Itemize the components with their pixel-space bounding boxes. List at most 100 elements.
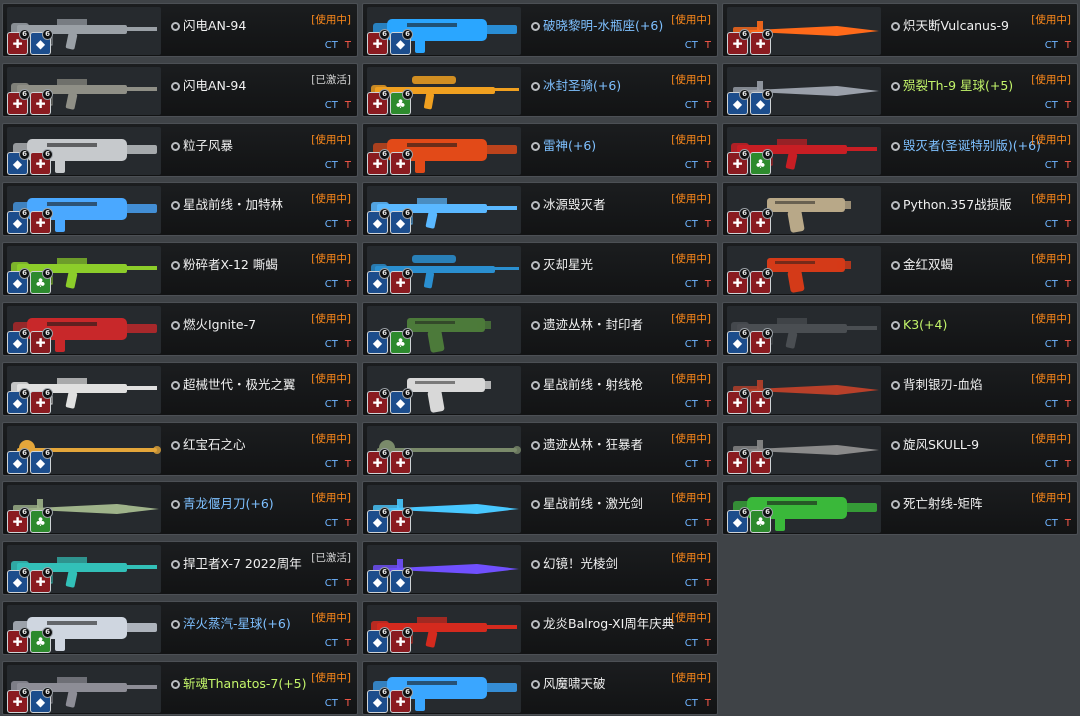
gear-icon	[531, 619, 540, 629]
weapon-card[interactable]: ✚ 6 ◆ 6 斩魂Thanatos-7(+5) [使用中] CT T	[2, 661, 358, 715]
weapon-card[interactable]: ✚ 6 ✚ 6 遗迹丛林・狂暴者 [使用中] CT T	[362, 422, 718, 476]
weapon-card[interactable]: ◆ 6 ✚ 6 风魔啸天破 [使用中] CT T	[362, 661, 718, 715]
badge-level: 6	[42, 687, 53, 698]
gear-icon	[891, 320, 900, 330]
badge-level: 6	[762, 208, 773, 219]
t-label: T	[344, 578, 351, 589]
badge-level: 6	[379, 268, 390, 279]
weapon-card[interactable]: ◆ 6 ✚ 6 星战前线・加特林 [使用中] CT T	[2, 182, 358, 236]
weapon-card[interactable]: ◆ 6 ✚ 6 捍卫者X-7 2022周年 [已激活] CT T	[2, 541, 358, 595]
weapon-card[interactable]: ◆ 6 ♣ 6 遗迹丛林・封印者 [使用中] CT T	[362, 302, 718, 356]
weapon-card[interactable]: ◆ 6 ◆ 6 幻镜！光棱剑 [使用中] CT T	[362, 541, 718, 595]
badge-level: 6	[379, 627, 390, 638]
team-label: CT T	[325, 399, 351, 410]
badge-level: 6	[739, 149, 750, 160]
weapon-card[interactable]: ✚ 6 ✚ 6 Python.357战损版 [使用中] CT T	[722, 182, 1078, 236]
ct-label: CT	[1044, 219, 1058, 230]
gear-icon	[891, 380, 900, 390]
weapon-card[interactable]: ◆ 6 ✚ 6 超械世代・极光之翼 [使用中] CT T	[2, 362, 358, 416]
weapon-card[interactable]: ◆ 6 ✚ 6 燃火Ignite-7 [使用中] CT T	[2, 302, 358, 356]
ct-label: CT	[684, 399, 698, 410]
weapon-card[interactable]: ✚ 6 ✚ 6 背刺银刃-血焰 [使用中] CT T	[722, 362, 1078, 416]
badge-level: 6	[762, 328, 773, 339]
weapon-card[interactable]: ✚ 6 ✚ 6 雷神(+6) [使用中] CT T	[362, 123, 718, 177]
team-label: CT T	[685, 638, 711, 649]
effect-badge-icon: ◆ 6	[30, 29, 53, 55]
weapon-name: 遗迹丛林・狂暴者	[531, 436, 643, 454]
t-label: T	[704, 279, 711, 290]
ct-label: CT	[684, 638, 698, 649]
ct-label: CT	[1044, 40, 1058, 51]
weapon-card[interactable]: ✚ 6 ◆ 6 星战前线・射线枪 [使用中] CT T	[362, 362, 718, 416]
gear-icon	[171, 200, 180, 210]
team-label: CT T	[685, 219, 711, 230]
ct-label: CT	[1044, 459, 1058, 470]
weapon-card[interactable]: ✚ 6 ◆ 6 闪电AN-94 [使用中] CT T	[2, 3, 358, 57]
effect-badges: ◆ 6 ◆ 6	[727, 89, 773, 115]
gear-icon	[531, 141, 540, 151]
badge-level: 6	[402, 448, 413, 459]
t-label: T	[1064, 399, 1071, 410]
weapon-card[interactable]: ◆ 6 ◆ 6 冰源毁灭者 [使用中] CT T	[362, 182, 718, 236]
status-badge: [已激活]	[311, 552, 351, 564]
badge-level: 6	[379, 567, 390, 578]
weapon-card[interactable]: ✚ 6 ✚ 6 金红双蝎 [使用中] CT T	[722, 242, 1078, 296]
effect-badge-icon: ◆ 6	[390, 29, 413, 55]
badge-level: 6	[739, 507, 750, 518]
weapon-name: 闪电AN-94	[171, 17, 246, 35]
weapon-name-text: 灭却星光	[543, 257, 594, 272]
team-label: CT T	[325, 219, 351, 230]
badge-level: 6	[19, 627, 30, 638]
weapon-card[interactable]: ◆ 6 ✚ 6 K3(+4) [使用中] CT T	[722, 302, 1078, 356]
t-label: T	[1064, 339, 1071, 350]
gear-icon	[171, 559, 180, 569]
weapon-card[interactable]: ◆ 6 ✚ 6 粒子风暴 [使用中] CT T	[2, 123, 358, 177]
badge-level: 6	[762, 89, 773, 100]
team-label: CT T	[1045, 279, 1071, 290]
gear-icon	[171, 260, 180, 270]
weapon-card[interactable]: ✚ 6 ✚ 6 闪电AN-94 [已激活] CT T	[2, 63, 358, 117]
weapon-card[interactable]: ◆ 6 ♣ 6 死亡射线-矩阵 [使用中] CT T	[722, 481, 1078, 535]
weapon-name-text: 红宝石之心	[183, 437, 246, 452]
ct-label: CT	[684, 459, 698, 470]
status-badge: [使用中]	[311, 313, 351, 325]
weapon-card[interactable]: ◆ 6 ✚ 6 星战前线・激光剑 [使用中] CT T	[362, 481, 718, 535]
t-label: T	[1064, 100, 1071, 111]
gear-icon	[891, 260, 900, 270]
weapon-card[interactable]: ◆ 6 ✚ 6 龙炎Balrog-XI周年庆典 [使用中] CT T	[362, 601, 718, 655]
effect-badge-icon: ✚ 6	[750, 388, 773, 414]
effect-badges: ◆ 6 ♣ 6	[367, 328, 413, 354]
effect-badges: ◆ 6 ✚ 6	[367, 268, 413, 294]
badge-level: 6	[739, 89, 750, 100]
weapon-name-text: K3(+4)	[903, 317, 948, 332]
weapon-card[interactable]: ✚ 6 ♣ 6 青龙偃月刀(+6) [使用中] CT T	[2, 481, 358, 535]
badge-level: 6	[739, 328, 750, 339]
weapon-card[interactable]: ✚ 6 ♣ 6 毁灭者(圣诞特别版)(+6) [使用中] CT T	[722, 123, 1078, 177]
weapon-card[interactable]: ✚ 6 ♣ 6 淬火蒸汽-星球(+6) [使用中] CT T	[2, 601, 358, 655]
team-label: CT T	[325, 578, 351, 589]
badge-level: 6	[19, 507, 30, 518]
weapon-card[interactable]: ✚ 6 ◆ 6 破晓黎明-水瓶座(+6) [使用中] CT T	[362, 3, 718, 57]
effect-badge-icon: ◆ 6	[727, 89, 750, 115]
effect-badge-icon: ✚ 6	[30, 328, 53, 354]
effect-badge-icon: ✚ 6	[750, 328, 773, 354]
weapon-card[interactable]: ◆ 6 ✚ 6 灭却星光 [使用中] CT T	[362, 242, 718, 296]
effect-badge-icon: ◆ 6	[7, 149, 30, 175]
team-label: CT T	[1045, 518, 1071, 529]
weapon-name: 超械世代・极光之翼	[171, 376, 296, 394]
badge-level: 6	[19, 208, 30, 219]
weapon-card[interactable]: ◆ 6 ◆ 6 殒裂Th-9 星球(+5) [使用中] CT T	[722, 63, 1078, 117]
weapon-card[interactable]: ◆ 6 ♣ 6 粉碎者X-12 嘶蝎 [使用中] CT T	[2, 242, 358, 296]
badge-level: 6	[379, 328, 390, 339]
weapon-card[interactable]: ✚ 6 ✚ 6 炽天断Vulcanus-9 [使用中] CT T	[722, 3, 1078, 57]
weapon-name-text: 闪电AN-94	[183, 78, 247, 93]
team-label: CT T	[1045, 40, 1071, 51]
team-label: CT T	[1045, 100, 1071, 111]
badge-level: 6	[379, 448, 390, 459]
effect-badge-icon: ♣ 6	[390, 89, 413, 115]
gear-icon	[171, 81, 180, 91]
weapon-card[interactable]: ✚ 6 ✚ 6 旋风SKULL-9 [使用中] CT T	[722, 422, 1078, 476]
effect-badge-icon: ◆ 6	[367, 268, 390, 294]
weapon-card[interactable]: ✚ 6 ♣ 6 冰封圣骑(+6) [使用中] CT T	[362, 63, 718, 117]
weapon-card[interactable]: ◆ 6 ◆ 6 红宝石之心 [使用中] CT T	[2, 422, 358, 476]
